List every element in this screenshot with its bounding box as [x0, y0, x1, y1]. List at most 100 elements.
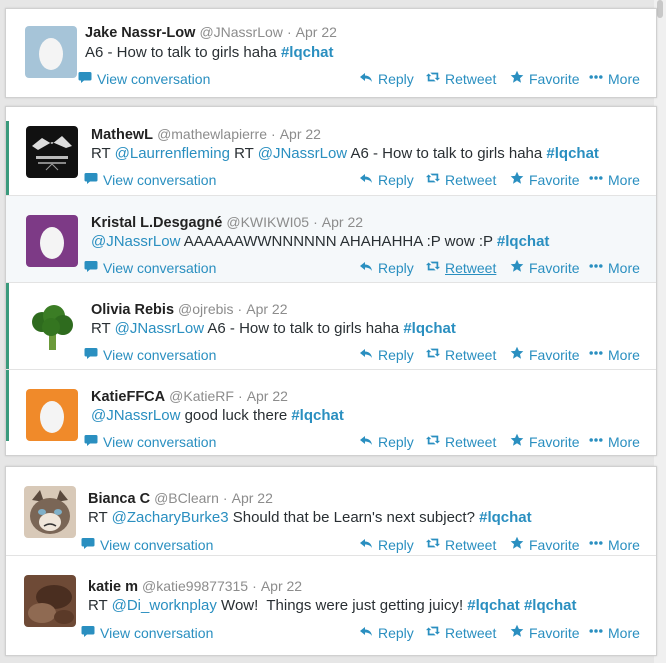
more-button[interactable]: More: [589, 433, 640, 450]
hashtag-link[interactable]: #lqchat: [403, 320, 456, 337]
reply-button[interactable]: Reply: [359, 433, 414, 450]
mention-link[interactable]: @JNassrLow: [258, 145, 347, 162]
tweet: katie m @katie99877315 · Apr 22 RT @Di_wo…: [6, 555, 656, 656]
mention-link[interactable]: @JNassrLow: [115, 320, 204, 337]
retweet-button[interactable]: Retweet: [426, 433, 496, 450]
view-conversation-button[interactable]: View conversation: [84, 346, 216, 363]
view-conversation-button[interactable]: View conversation: [81, 624, 213, 641]
star-icon: [510, 536, 524, 553]
retweet-button[interactable]: Retweet: [426, 536, 496, 553]
mention-link[interactable]: @JNassrLow: [91, 233, 180, 250]
favorite-button[interactable]: Favorite: [510, 171, 580, 188]
favorite-button[interactable]: Favorite: [510, 536, 580, 553]
retweet-button[interactable]: Retweet: [426, 624, 496, 641]
tweet-date[interactable]: Apr 22: [247, 388, 288, 404]
tweet-text: RT @Laurrenfleming RT @JNassrLow A6 - Ho…: [91, 144, 599, 164]
user-handle[interactable]: @JNassrLow: [199, 24, 282, 40]
tweet-date[interactable]: Apr 22: [246, 301, 287, 317]
tweet-date[interactable]: Apr 22: [232, 490, 273, 506]
retweet-label: Retweet: [445, 70, 497, 87]
mention-link[interactable]: @Laurrenfleming: [115, 145, 230, 162]
tweet: Bianca C @BClearn · Apr 22 RT @ZacharyBur…: [6, 467, 656, 555]
mention-link[interactable]: @JNassrLow: [91, 407, 180, 424]
reply-button[interactable]: Reply: [359, 624, 414, 641]
view-conversation-button[interactable]: View conversation: [81, 536, 213, 553]
favorite-button[interactable]: Favorite: [510, 433, 580, 450]
user-name[interactable]: KatieFFCA: [91, 389, 165, 405]
more-icon: [589, 536, 603, 553]
more-icon: [589, 70, 603, 87]
mention-link[interactable]: @Di_worknplay: [112, 597, 217, 614]
retweet-button[interactable]: Retweet: [426, 346, 496, 363]
reply-label: Reply: [378, 536, 414, 553]
favorite-button[interactable]: Favorite: [510, 346, 580, 363]
user-handle[interactable]: @BClearn: [154, 490, 219, 506]
view-conversation-button[interactable]: View conversation: [84, 259, 216, 276]
more-button[interactable]: More: [589, 171, 640, 188]
more-label: More: [608, 346, 640, 363]
hashtag-link[interactable]: #lqchat: [546, 145, 599, 162]
tweet-text: RT @Di_worknplay Wow! Things were just g…: [88, 596, 576, 616]
favorite-button[interactable]: Favorite: [510, 70, 580, 87]
user-handle[interactable]: @katie99877315: [142, 578, 248, 594]
conversation-icon: [84, 346, 98, 363]
retweet-button[interactable]: Retweet: [426, 259, 496, 276]
conversation-icon: [78, 70, 92, 87]
more-button[interactable]: More: [589, 624, 640, 641]
hashtag-link[interactable]: #lqchat: [497, 233, 550, 250]
reply-button[interactable]: Reply: [359, 259, 414, 276]
user-name[interactable]: katie m: [88, 579, 138, 595]
star-icon: [510, 624, 524, 641]
tweet-text-segment: RT: [88, 509, 112, 526]
view-conversation-button[interactable]: View conversation: [84, 171, 216, 188]
more-button[interactable]: More: [589, 70, 640, 87]
more-button[interactable]: More: [589, 536, 640, 553]
favorite-button[interactable]: Favorite: [510, 624, 580, 641]
tweet-date[interactable]: Apr 22: [296, 24, 337, 40]
user-handle[interactable]: @ojrebis: [178, 301, 233, 317]
tweet-header: Kristal L.Desgagné @KWIKWI05 · Apr 22: [91, 213, 363, 232]
hashtag-link[interactable]: #lqchat: [291, 407, 344, 424]
favorite-button[interactable]: Favorite: [510, 259, 580, 276]
tweet-header: katie m @katie99877315 · Apr 22: [88, 577, 302, 596]
retweet-icon: [426, 259, 440, 276]
view-conversation-button[interactable]: View conversation: [78, 70, 210, 87]
user-name[interactable]: Jake Nassr-Low: [85, 25, 195, 41]
reply-button[interactable]: Reply: [359, 346, 414, 363]
more-button[interactable]: More: [589, 259, 640, 276]
more-button[interactable]: More: [589, 346, 640, 363]
reply-icon: [359, 624, 373, 641]
hashtag-link[interactable]: #lqchat: [479, 509, 532, 526]
avatar[interactable]: [24, 486, 76, 538]
view-conversation-label: View conversation: [100, 536, 214, 553]
mention-link[interactable]: @ZacharyBurke3: [112, 509, 229, 526]
user-handle[interactable]: @KWIKWI05: [226, 214, 309, 230]
reply-button[interactable]: Reply: [359, 171, 414, 188]
separator-dot: ·: [313, 214, 318, 230]
user-handle[interactable]: @KatieRF: [169, 388, 234, 404]
tweet-header: MathewL @mathewlapierre · Apr 22: [91, 125, 321, 144]
reply-button[interactable]: Reply: [359, 536, 414, 553]
reply-label: Reply: [378, 346, 414, 363]
user-name[interactable]: Kristal L.Desgagné: [91, 215, 222, 231]
more-icon: [589, 171, 603, 188]
scrollbar-thumb[interactable]: [657, 0, 663, 18]
reply-button[interactable]: Reply: [359, 70, 414, 87]
user-name[interactable]: Olivia Rebis: [91, 302, 174, 318]
tweet-date[interactable]: Apr 22: [322, 214, 363, 230]
retweet-button[interactable]: Retweet: [426, 171, 496, 188]
tweet-date[interactable]: Apr 22: [280, 126, 321, 142]
hashtag-link[interactable]: #lqchat: [281, 44, 334, 61]
hashtag-link[interactable]: #lqchat: [524, 597, 577, 614]
user-name[interactable]: MathewL: [91, 127, 153, 143]
tweet-actions: View conversation Reply Retweet Favorite Mor…: [6, 624, 656, 642]
user-handle[interactable]: @mathewlapierre: [157, 126, 267, 142]
tweet-date[interactable]: Apr 22: [261, 578, 302, 594]
tweet: Olivia Rebis @ojrebis · Apr 22 RT @JNassr…: [6, 282, 656, 369]
user-name[interactable]: Bianca C: [88, 491, 150, 507]
avatar[interactable]: [24, 575, 76, 627]
separator-dot: ·: [222, 490, 228, 506]
hashtag-link[interactable]: #lqchat: [467, 597, 520, 614]
retweet-button[interactable]: Retweet: [426, 70, 496, 87]
view-conversation-button[interactable]: View conversation: [84, 433, 216, 450]
